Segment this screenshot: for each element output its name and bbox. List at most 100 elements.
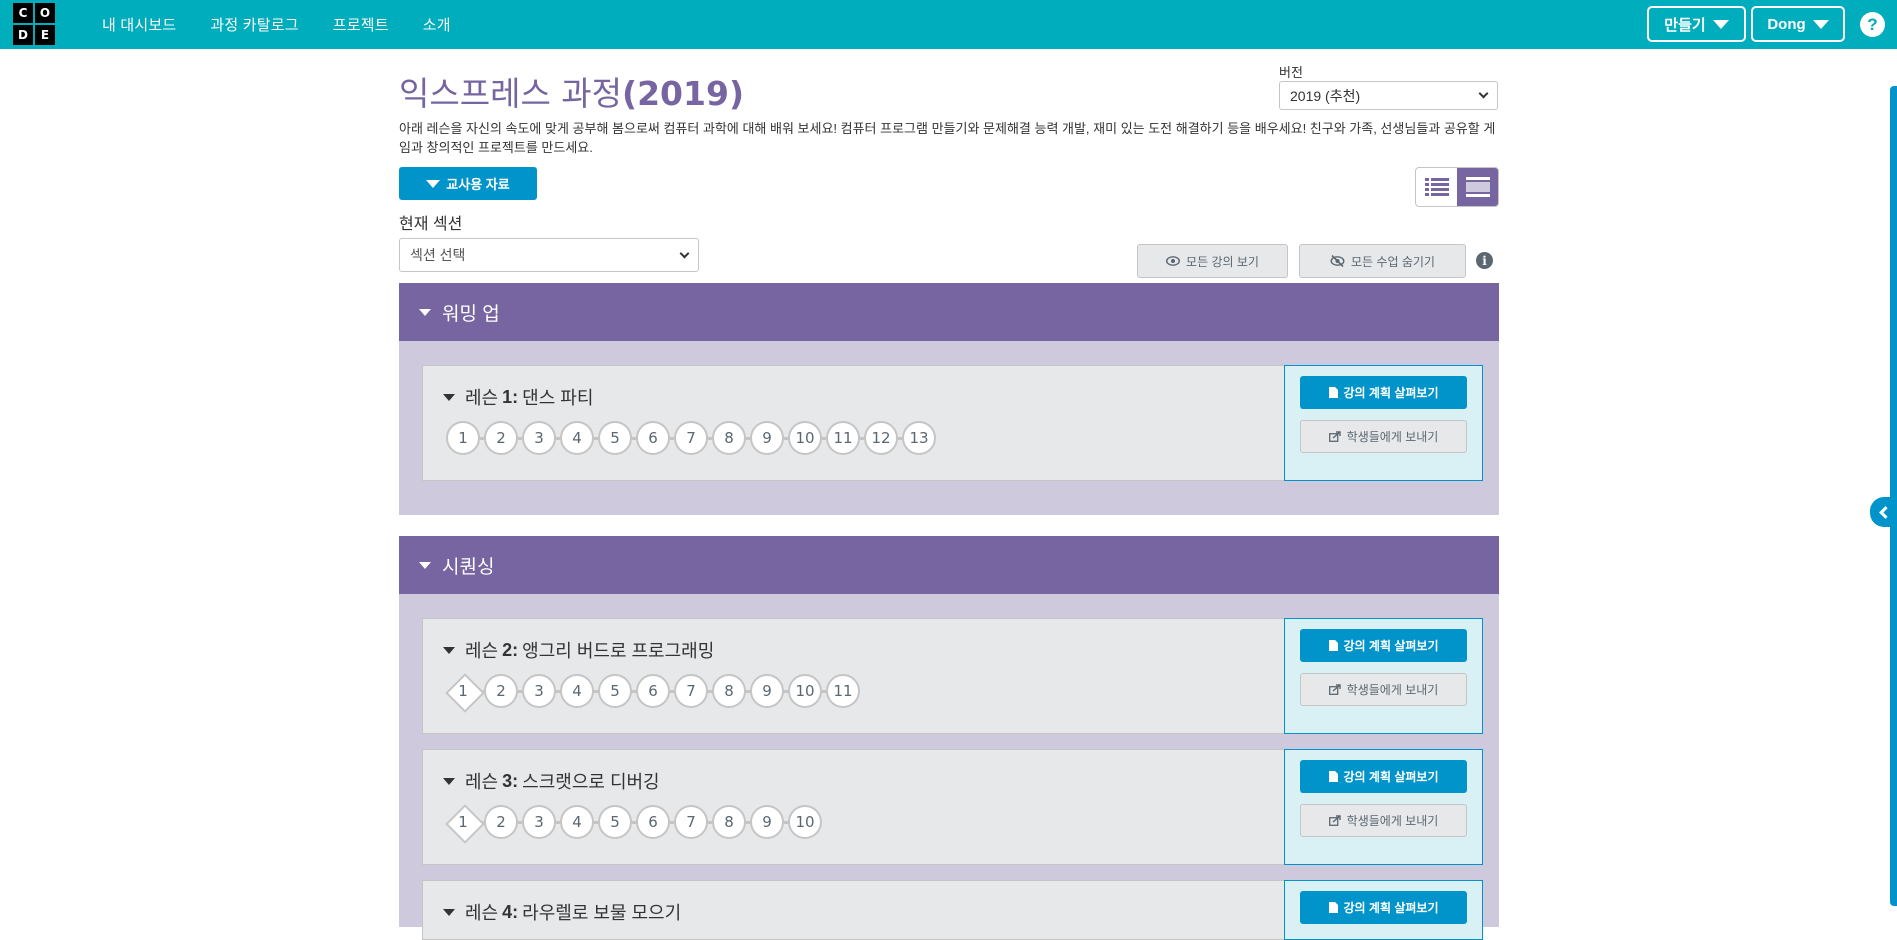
- eye-slash-icon: [1330, 255, 1345, 267]
- level-bubble[interactable]: 11: [826, 421, 860, 455]
- level-bubble[interactable]: 1: [446, 805, 480, 839]
- page-title: 익스프레스 과정(2019): [399, 67, 744, 115]
- level-bubble[interactable]: 10: [788, 805, 822, 839]
- lesson-name[interactable]: 레슨 4: 라우렐로 보물 모으기: [443, 899, 681, 925]
- expand-side-panel-button[interactable]: [1870, 497, 1897, 527]
- version-dropdown[interactable]: 2019 (추천): [1279, 81, 1498, 110]
- level-bubble[interactable]: 5: [598, 674, 632, 708]
- lesson-group-header[interactable]: 워밍 업: [399, 283, 1499, 341]
- nav-course-catalog[interactable]: 과정 카탈로그: [210, 14, 298, 35]
- level-number: 7: [686, 813, 696, 831]
- level-bubble[interactable]: 8: [712, 674, 746, 708]
- level-bubble[interactable]: 4: [560, 421, 594, 455]
- level-bubble[interactable]: 8: [712, 421, 746, 455]
- show-all-label: 모든 강의 보기: [1186, 254, 1259, 269]
- level-bubble[interactable]: 2: [484, 674, 518, 708]
- send-to-students-button[interactable]: 학생들에게 보내기: [1300, 420, 1467, 453]
- level-bubble[interactable]: 6: [636, 674, 670, 708]
- summary-view-toggle[interactable]: [1416, 168, 1457, 206]
- level-bubble[interactable]: 6: [636, 805, 670, 839]
- level-bubble[interactable]: 9: [750, 674, 784, 708]
- nav-projects[interactable]: 프로젝트: [333, 14, 389, 35]
- level-bubble[interactable]: 3: [522, 805, 556, 839]
- lesson-plan-button[interactable]: 강의 계획 살펴보기: [1300, 376, 1467, 409]
- caret-down-icon: [443, 777, 455, 785]
- level-bubble[interactable]: 4: [560, 674, 594, 708]
- help-icon[interactable]: ?: [1860, 12, 1885, 37]
- lesson-plan-label: 강의 계획 살펴보기: [1343, 901, 1439, 915]
- top-navbar: C O D E 내 대시보드 과정 카탈로그 프로젝트 소개 만들기 Dong …: [0, 0, 1897, 49]
- user-menu-button[interactable]: Dong: [1751, 6, 1845, 42]
- level-bubble[interactable]: 9: [750, 421, 784, 455]
- lesson-name[interactable]: 레슨 3: 스크랫으로 디버깅: [443, 768, 660, 794]
- nav-dashboard[interactable]: 내 대시보드: [102, 14, 176, 35]
- level-bubble[interactable]: 2: [484, 421, 518, 455]
- lesson-plan-button[interactable]: 강의 계획 살펴보기: [1300, 629, 1467, 662]
- create-menu-button[interactable]: 만들기: [1647, 6, 1746, 42]
- level-bubble[interactable]: 12: [864, 421, 898, 455]
- level-bubble[interactable]: 3: [522, 421, 556, 455]
- level-bubble[interactable]: 11: [826, 674, 860, 708]
- level-bubble[interactable]: 1: [446, 421, 480, 455]
- nav-about[interactable]: 소개: [423, 14, 451, 35]
- level-number: 4: [572, 429, 582, 447]
- level-bubble[interactable]: 5: [598, 421, 632, 455]
- lesson-number: 3:: [502, 770, 519, 791]
- current-section-label: 현재 섹션: [399, 216, 463, 233]
- level-bubble[interactable]: 6: [636, 421, 670, 455]
- level-bubble[interactable]: 2: [484, 805, 518, 839]
- lesson-title: 앵그리 버드로 프로그래밍: [522, 641, 715, 661]
- lesson-name[interactable]: 레슨 1: 댄스 파티: [443, 384, 593, 410]
- lesson-actions: 강의 계획 살펴보기 학생들에게 보내기: [1284, 749, 1483, 865]
- level-number: 8: [724, 813, 734, 831]
- level-bubble[interactable]: 10: [788, 674, 822, 708]
- lesson-prefix: 레슨: [465, 772, 499, 792]
- lesson-plan-button[interactable]: 강의 계획 살펴보기: [1300, 891, 1467, 924]
- info-icon[interactable]: i: [1476, 252, 1493, 269]
- level-bubble[interactable]: 4: [560, 805, 594, 839]
- level-number: 1: [458, 429, 468, 447]
- level-bubble[interactable]: 7: [674, 674, 708, 708]
- level-bubble[interactable]: 10: [788, 421, 822, 455]
- teacher-resources-button[interactable]: 교사용 자료: [399, 167, 537, 200]
- chevron-down-icon: [1812, 19, 1829, 29]
- lesson-plan-button[interactable]: 강의 계획 살펴보기: [1300, 760, 1467, 793]
- main-nav: 내 대시보드 과정 카탈로그 프로젝트 소개: [102, 0, 485, 49]
- level-bubble[interactable]: 8: [712, 805, 746, 839]
- lesson-plan-label: 강의 계획 살펴보기: [1343, 386, 1439, 400]
- chevron-down-icon: [1712, 19, 1729, 29]
- version-label: 버전: [1279, 65, 1303, 80]
- level-number: 10: [795, 813, 815, 831]
- code-logo[interactable]: C O D E: [13, 3, 55, 45]
- lesson-row: 레슨 1: 댄스 파티 1 2 3 4 5 6 7 8 9 10 11 12 13 강의 계획 살펴보기 학…: [422, 365, 1483, 481]
- section-dropdown[interactable]: 섹션 선택: [399, 238, 699, 272]
- detail-view-icon: [1465, 177, 1490, 197]
- level-number: 5: [610, 429, 620, 447]
- level-bubble[interactable]: 3: [522, 674, 556, 708]
- level-bubble[interactable]: 7: [674, 805, 708, 839]
- level-number: 5: [610, 813, 620, 831]
- level-bubble[interactable]: 9: [750, 805, 784, 839]
- level-number: 4: [572, 813, 582, 831]
- level-bubble[interactable]: 1: [446, 674, 480, 708]
- lesson-name[interactable]: 레슨 2: 앵그리 버드로 프로그래밍: [443, 637, 714, 663]
- lesson-group-header[interactable]: 시퀀싱: [399, 536, 1499, 594]
- logo-letter: E: [35, 25, 55, 45]
- send-to-students-button[interactable]: 학생들에게 보내기: [1300, 673, 1467, 706]
- lesson-row: 레슨 2: 앵그리 버드로 프로그래밍 1 2 3 4 5 6 7 8 9 10 11 강의 계획 살펴…: [422, 618, 1483, 734]
- share-icon: [1328, 431, 1341, 442]
- course-description: 아래 레슨을 자신의 속도에 맞게 공부해 봄으로써 컴퓨터 과학에 대해 배워…: [399, 121, 1496, 155]
- level-number: 3: [534, 813, 544, 831]
- send-to-students-button[interactable]: 학생들에게 보내기: [1300, 804, 1467, 837]
- level-bubble[interactable]: 7: [674, 421, 708, 455]
- hide-all-lessons-button[interactable]: 모든 수업 숨기기: [1299, 244, 1466, 278]
- hide-all-label: 모든 수업 숨기기: [1351, 254, 1435, 269]
- level-number: 6: [648, 429, 658, 447]
- lesson-title: 라우렐로 보물 모으기: [522, 903, 682, 923]
- detail-view-toggle[interactable]: [1457, 168, 1498, 206]
- level-bubble[interactable]: 5: [598, 805, 632, 839]
- chevron-left-icon: [1879, 505, 1892, 519]
- show-all-lessons-button[interactable]: 모든 강의 보기: [1137, 244, 1288, 278]
- level-bubble[interactable]: 13: [902, 421, 936, 455]
- section-select-value: 섹션 선택: [410, 247, 466, 263]
